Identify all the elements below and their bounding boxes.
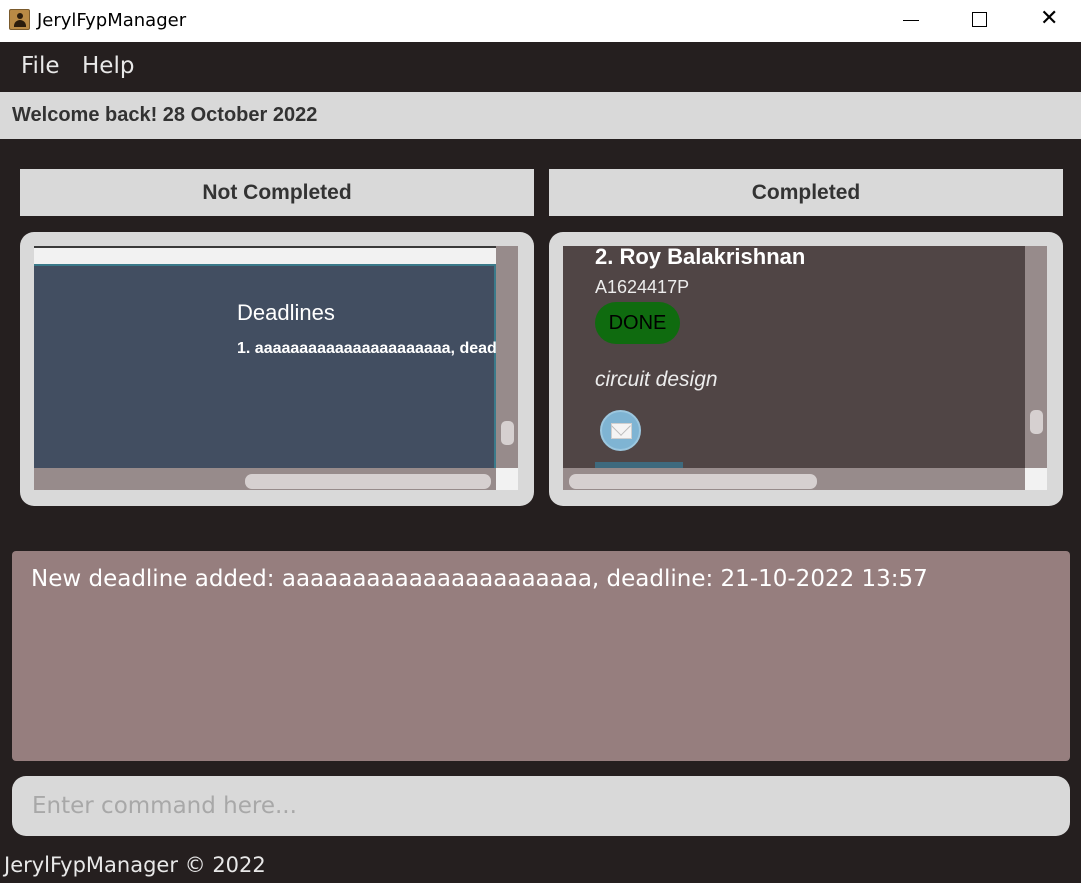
not-completed-header: Not Completed — [20, 169, 534, 216]
vertical-scrollbar[interactable] — [496, 246, 518, 468]
minimize-icon — [903, 20, 919, 21]
menu-help[interactable]: Help — [82, 53, 134, 79]
completed-panel: 2. Roy Balakrishnan A1624417P DONE circu… — [549, 232, 1063, 506]
project-name: circuit design — [595, 368, 718, 391]
deadline-item: 1. aaaaaaaaaaaaaaaaaaaaaa, deadline — [237, 340, 518, 357]
completed-header: Completed — [549, 169, 1063, 216]
status-badge: DONE — [595, 302, 680, 344]
close-button[interactable]: ✕ — [1026, 0, 1072, 42]
window-title: JerylFypManager — [37, 10, 187, 31]
scrollbar-corner — [496, 468, 518, 490]
student-name: 2. Roy Balakrishnan — [595, 246, 806, 269]
completed-list[interactable]: 2. Roy Balakrishnan A1624417P DONE circu… — [563, 246, 1047, 491]
not-completed-list[interactable]: Deadlines 1. aaaaaaaaaaaaaaaaaaaaaa, dea… — [34, 246, 518, 491]
menu-file[interactable]: File — [21, 53, 60, 79]
horizontal-scrollbar[interactable] — [34, 468, 496, 490]
result-text: New deadline added: aaaaaaaaaaaaaaaaaaaa… — [31, 566, 928, 592]
vertical-scroll-thumb[interactable] — [1030, 410, 1043, 434]
deadline-card[interactable]: Deadlines 1. aaaaaaaaaaaaaaaaaaaaaa, dea… — [34, 264, 518, 468]
result-display: New deadline added: aaaaaaaaaaaaaaaaaaaa… — [12, 551, 1070, 761]
vertical-scrollbar[interactable] — [1025, 246, 1047, 468]
welcome-bar: Welcome back! 28 October 2022 — [0, 92, 1081, 139]
welcome-text: Welcome back! 28 October 2022 — [12, 104, 318, 126]
envelope-icon[interactable] — [600, 410, 641, 451]
list-gap — [34, 248, 496, 264]
vertical-scroll-thumb[interactable] — [501, 421, 514, 445]
status-footer: JerylFypManager © 2022 — [4, 853, 266, 877]
close-icon: ✕ — [1040, 6, 1059, 31]
student-card[interactable]: 2. Roy Balakrishnan A1624417P DONE circu… — [563, 246, 1025, 468]
deadlines-title: Deadlines — [237, 300, 335, 325]
window-titlebar: JerylFypManager ✕ — [0, 0, 1081, 42]
horizontal-scrollbar[interactable] — [563, 468, 1025, 490]
maximize-icon — [972, 12, 987, 27]
app-person-icon — [9, 9, 30, 30]
command-input[interactable] — [12, 776, 1070, 836]
minimize-button[interactable] — [886, 0, 932, 42]
maximize-button[interactable] — [956, 0, 1002, 42]
horizontal-scroll-thumb[interactable] — [245, 474, 491, 489]
not-completed-panel: Deadlines 1. aaaaaaaaaaaaaaaaaaaaaa, dea… — [20, 232, 534, 506]
menu-bar: File Help — [0, 42, 1081, 92]
scrollbar-corner — [1025, 468, 1047, 490]
student-id: A1624417P — [595, 277, 690, 297]
horizontal-scroll-thumb[interactable] — [569, 474, 817, 489]
